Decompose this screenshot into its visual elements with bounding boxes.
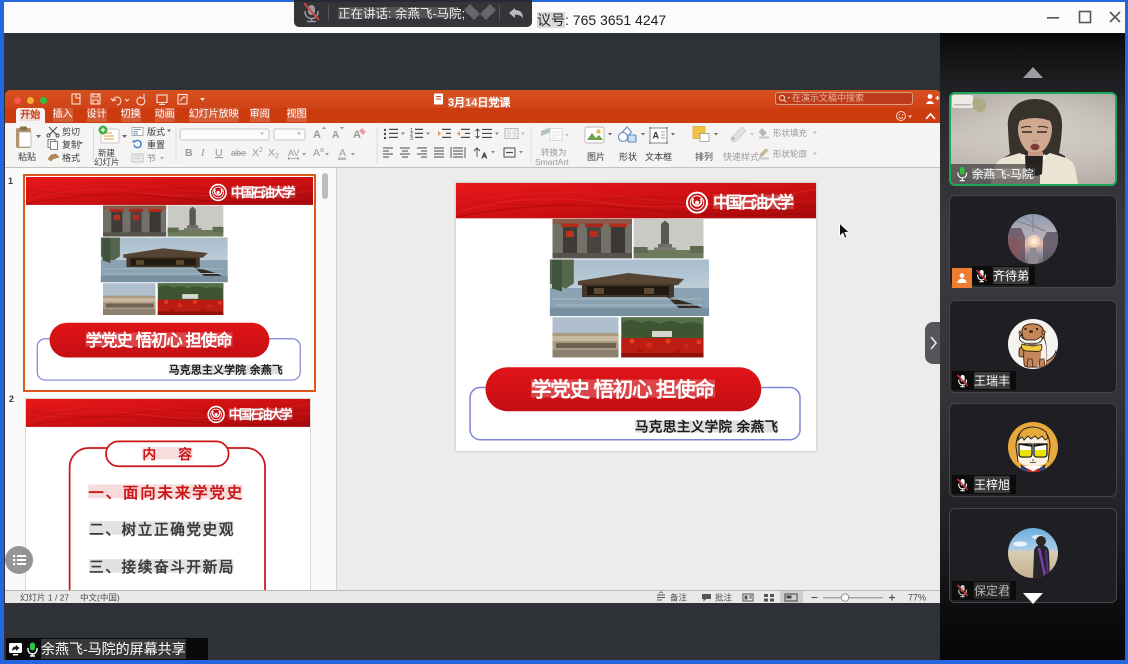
svg-text:2: 2 [259,147,263,154]
svg-text:X: X [252,147,259,159]
svg-text:A: A [313,147,320,159]
svg-text:剪切: 剪切 [62,126,80,137]
svg-text:形状: 形状 [619,151,637,162]
svg-text:中文(中国): 中文(中国) [80,593,120,603]
svg-text:77%: 77% [908,593,926,603]
svg-text:节: 节 [147,154,156,164]
svg-text:a: a [320,147,324,154]
svg-text:格式: 格式 [62,152,80,163]
svg-text:2: 2 [275,153,279,160]
svg-text:幻灯片: 幻灯片 [94,157,120,167]
svg-text:SmartArt: SmartArt [535,157,569,167]
svg-text:abe: abe [231,148,246,158]
svg-text:A: A [653,131,660,141]
svg-text:形状填充: 形状填充 [773,128,808,138]
svg-text:A: A [482,153,487,160]
svg-text:余燕飞-马院: 余燕飞-马院 [972,167,1034,181]
svg-text:A: A [332,130,339,141]
svg-text:备注: 备注 [670,593,688,603]
svg-text:排列: 排列 [695,151,713,162]
svg-text:重置: 重置 [147,139,165,150]
svg-text:A: A [339,147,346,159]
svg-text:版式: 版式 [147,126,165,137]
svg-text:形状轮廓: 形状轮廓 [773,149,808,159]
svg-text:X: X [268,147,275,159]
svg-text:粘贴: 粘贴 [18,151,36,162]
svg-text:AV: AV [288,148,299,158]
svg-text:U: U [215,147,223,159]
svg-text:图片: 图片 [587,151,605,162]
svg-text:I: I [200,148,205,159]
svg-text:转换为: 转换为 [541,148,567,158]
svg-text:文本框: 文本框 [645,151,672,162]
svg-text:3: 3 [410,136,413,142]
svg-text:正在讲话: 余燕飞-马院;: 正在讲话: 余燕飞-马院; [338,6,465,21]
svg-text:复制: 复制 [62,139,80,150]
svg-text:批注: 批注 [715,593,733,603]
svg-text:A: A [313,129,321,141]
svg-text:B: B [185,147,193,159]
svg-text:快速样式: 快速样式 [723,151,759,162]
svg-text:幻灯片 1 / 27: 幻灯片 1 / 27 [20,593,69,603]
